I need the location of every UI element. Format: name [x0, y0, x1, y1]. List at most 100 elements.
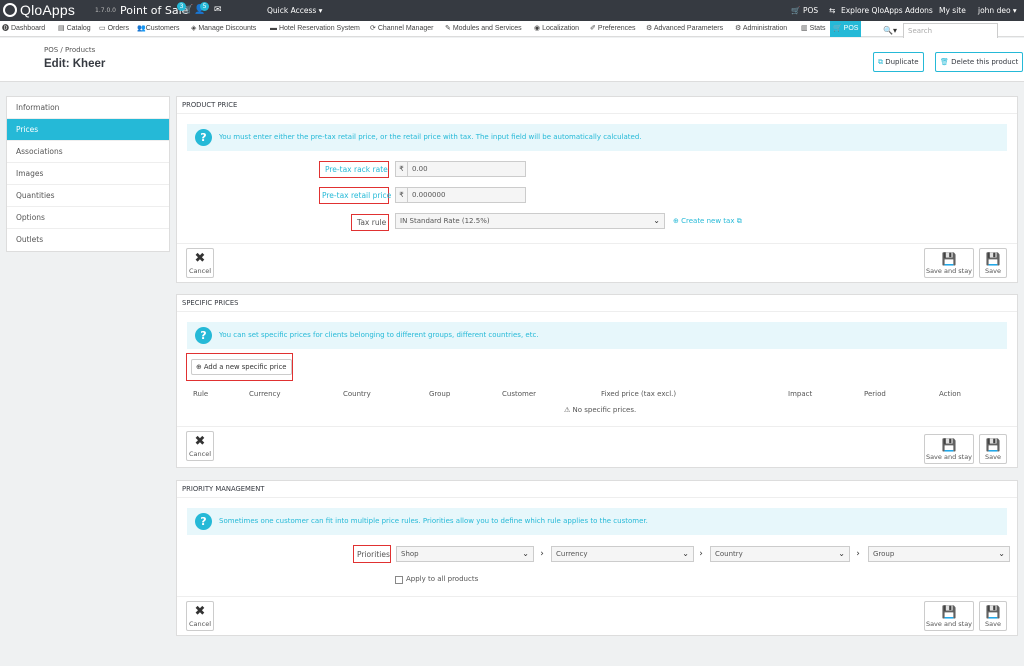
menu-pos[interactable]: 🛒 POS: [830, 21, 862, 37]
save-and-stay-button[interactable]: 💾 Save and stay: [924, 248, 974, 278]
tab-associations[interactable]: Associations: [7, 141, 169, 163]
search-type-dropdown[interactable]: 🔍▾: [883, 23, 903, 39]
menu-channel-manager[interactable]: ⟳ Channel Manager: [370, 21, 433, 37]
menu-stats[interactable]: ▥ Stats: [801, 21, 826, 37]
breadcrumb-pos[interactable]: POS: [44, 46, 58, 54]
question-icon: ?: [195, 513, 212, 530]
add-specific-price-button[interactable]: ⊕ Add a new specific price: [191, 359, 292, 375]
menu-advanced-parameters[interactable]: ⚙ Advanced Parameters: [646, 21, 723, 37]
apply-all-checkbox[interactable]: [395, 576, 403, 584]
priority-1-value: Shop: [401, 550, 419, 558]
info-text: You can set specific prices for clients …: [219, 331, 539, 339]
cancel-label: Cancel: [188, 450, 212, 458]
column-header: Customer: [502, 390, 537, 398]
pos-link[interactable]: POS: [803, 6, 818, 15]
currency-addon: ₹: [396, 188, 408, 202]
floppy-icon: 💾: [941, 605, 957, 619]
empty-state-text: No specific prices.: [572, 406, 637, 414]
menu-catalog[interactable]: ▤ Catalog: [58, 21, 91, 37]
user-menu[interactable]: john deo ▾: [978, 6, 1017, 15]
brand-name[interactable]: QloApps: [20, 2, 75, 18]
chevron-down-icon: ⌄: [653, 216, 660, 225]
panel-heading: PRIORITY MANAGEMENT: [177, 481, 1017, 498]
menu-administration[interactable]: ⚙ Administration: [735, 21, 787, 37]
tax-rule-value: IN Standard Rate (12.5%): [400, 217, 490, 225]
column-header: Period: [864, 390, 886, 398]
menu-dashboard[interactable]: 🅓 Dashboard: [2, 21, 45, 37]
breadcrumb-separator: /: [60, 46, 63, 54]
explore-addons-link[interactable]: Explore QloApps Addons: [841, 6, 933, 15]
tab-options[interactable]: Options: [7, 207, 169, 229]
menu-preferences-label: Preferences: [597, 25, 636, 32]
breadcrumb: POS / Products: [44, 46, 95, 54]
product-price-panel: PRODUCT PRICE ? You must enter either the…: [176, 96, 1018, 283]
save-button[interactable]: 💾 Save: [979, 434, 1007, 464]
priority-select-3[interactable]: Country ⌄: [710, 546, 850, 562]
menu-localization-label: Localization: [542, 25, 580, 32]
add-specific-price-label: Add a new specific price: [203, 363, 287, 371]
mail-icon[interactable]: ✉: [214, 5, 222, 15]
priority-select-2[interactable]: Currency ⌄: [551, 546, 694, 562]
search-input[interactable]: Search: [903, 23, 998, 39]
priority-select-1[interactable]: Shop ⌄: [396, 546, 534, 562]
column-header: Action: [939, 390, 961, 398]
cancel-label: Cancel: [188, 267, 212, 275]
panel-footer: ✖ Cancel 💾 Save and stay 💾 Save: [177, 426, 1017, 464]
cancel-label: Cancel: [188, 620, 212, 628]
save-stay-label: Save and stay: [925, 453, 973, 461]
column-header: Currency: [249, 390, 281, 398]
close-icon: ✖: [194, 604, 206, 619]
panel-heading: PRODUCT PRICE: [177, 97, 1017, 114]
menu-hotel-reservation[interactable]: ▬ Hotel Reservation System: [270, 21, 360, 37]
menu-localization[interactable]: ◉ Localization: [534, 21, 579, 37]
rack-rate-input[interactable]: ₹0.00: [395, 161, 526, 177]
menu-orders[interactable]: ▭ Orders: [99, 21, 129, 37]
panel-footer: ✖ Cancel 💾 Save and stay 💾 Save: [177, 243, 1017, 281]
tab-quantities[interactable]: Quantities: [7, 185, 169, 207]
menu-preferences[interactable]: ✐ Preferences: [590, 21, 636, 37]
save-button[interactable]: 💾 Save: [979, 601, 1007, 631]
cancel-button[interactable]: ✖ Cancel: [186, 248, 214, 278]
quick-access-dropdown[interactable]: Quick Access ▾: [267, 6, 322, 15]
breadcrumb-products[interactable]: Products: [65, 46, 95, 54]
save-label: Save: [985, 267, 1001, 275]
menu-discounts-label: Manage Discounts: [198, 25, 257, 32]
pos-link-icon[interactable]: 🛒: [791, 6, 800, 15]
tab-information[interactable]: Information: [7, 97, 169, 119]
my-site-link[interactable]: My site: [939, 6, 966, 15]
cancel-button[interactable]: ✖ Cancel: [186, 601, 214, 631]
menu-hotel-label: Hotel Reservation System: [278, 25, 360, 32]
external-link-icon: ⧉: [736, 217, 742, 225]
empty-state: ⚠ No specific prices.: [564, 406, 636, 414]
tab-outlets[interactable]: Outlets: [7, 229, 169, 251]
save-label: Save: [985, 453, 1001, 461]
priority-select-4[interactable]: Group ⌄: [868, 546, 1010, 562]
cancel-button[interactable]: ✖ Cancel: [186, 431, 214, 461]
retail-price-input[interactable]: ₹0.000000: [395, 187, 526, 203]
question-icon: ?: [195, 327, 212, 344]
save-button[interactable]: 💾 Save: [979, 248, 1007, 278]
menu-dashboard-label: Dashboard: [10, 25, 46, 32]
menu-customers-label: Customers: [145, 25, 180, 32]
main-menu: 🅓 Dashboard ▤ Catalog ▭ Orders 👥Customer…: [0, 21, 1024, 37]
tab-prices[interactable]: Prices: [7, 119, 169, 141]
chevron-down-icon: ⌄: [682, 549, 689, 558]
tab-images[interactable]: Images: [7, 163, 169, 185]
create-tax-link[interactable]: ⊕ Create new tax ⧉: [673, 217, 742, 226]
retail-price-value: 0.000000: [412, 191, 446, 199]
menu-modules[interactable]: ✎ Modules and Services: [445, 21, 522, 37]
chevron-right-icon: ›: [856, 549, 860, 559]
delete-product-button[interactable]: 🗑 Delete this product: [935, 52, 1024, 72]
menu-manage-discounts[interactable]: ◈ Manage Discounts: [191, 21, 256, 37]
info-alert: ? You can set specific prices for clients…: [187, 322, 1007, 349]
tax-rule-select[interactable]: IN Standard Rate (12.5%) ⌄: [395, 213, 665, 229]
menu-stats-label: Stats: [809, 25, 826, 32]
duplicate-button[interactable]: ⧉ Duplicate: [873, 52, 924, 72]
save-stay-label: Save and stay: [925, 267, 973, 275]
product-tabs: Information Prices Associations Images Q…: [6, 96, 170, 252]
save-and-stay-button[interactable]: 💾 Save and stay: [924, 434, 974, 464]
save-and-stay-button[interactable]: 💾 Save and stay: [924, 601, 974, 631]
column-header: Rule: [193, 390, 209, 398]
menu-pos-label: POS: [843, 25, 859, 32]
menu-customers[interactable]: 👥Customers: [137, 21, 180, 37]
